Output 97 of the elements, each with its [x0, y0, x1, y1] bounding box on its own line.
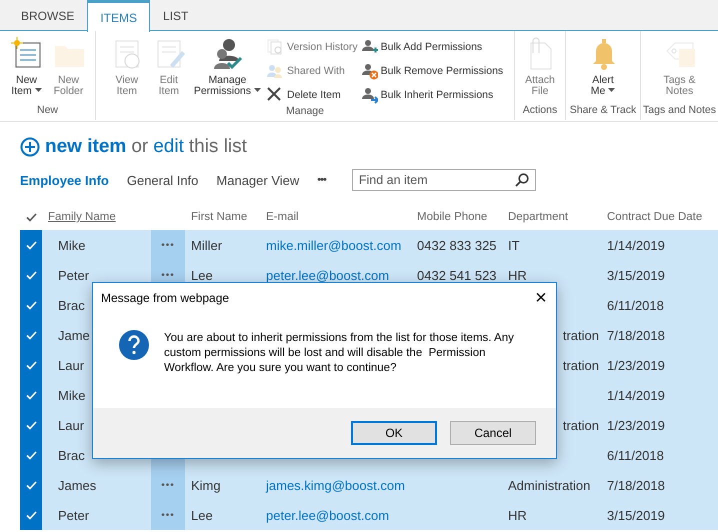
checkmark-icon [26, 510, 36, 520]
table-cell: 1/23/2019 [607, 358, 665, 372]
row-checkbox[interactable] [20, 230, 42, 260]
ribbon-button[interactable]: Manage Permissions [190, 37, 264, 97]
table-cell: tration [562, 418, 599, 432]
ribbon-button[interactable]: New Item [6, 37, 46, 97]
dialog-button[interactable]: OK [351, 421, 437, 445]
add-icon[interactable] [20, 137, 40, 157]
table-row[interactable]: James ••• Kimg james.kimg@boost.com Administration 7/18/2018 [42, 470, 718, 500]
table-cell: 1/14/2019 [607, 388, 665, 402]
table-cell: 6/11/2018 [607, 448, 664, 462]
table-cell: Peter [58, 268, 90, 282]
ribbon-button[interactable]: Alert Me [583, 37, 623, 97]
heading-text: or [131, 136, 148, 158]
table-row[interactable]: Mike ••• Miller mike.miller@boost.com 0432 833 325 IT 1/14/2019 [42, 230, 718, 260]
group-label: Manage [285, 105, 325, 119]
table-cell: Brac [58, 448, 85, 462]
ribbon-tab[interactable]: LIST [150, 0, 202, 31]
table-cell: Laur [58, 418, 84, 432]
group-label: Actions [522, 104, 558, 118]
column-header[interactable]: E-mail [260, 204, 411, 230]
view-tab[interactable]: Manager View [216, 172, 300, 188]
email-link[interactable]: mike.miller@boost.com [266, 238, 402, 252]
table-cell: tration [562, 328, 599, 342]
more-button[interactable]: ••• [151, 500, 185, 530]
more-views-button[interactable]: ••• [317, 174, 326, 186]
table-cell: Miller [191, 238, 222, 252]
column-header[interactable]: Contract Due Date [601, 204, 718, 230]
table-cell: 1/23/2019 [607, 418, 665, 432]
checkmark-icon [26, 240, 36, 250]
column-header[interactable]: Department [502, 204, 601, 230]
email-link[interactable]: james.kimg@boost.com [266, 478, 405, 492]
new-item-link[interactable]: new item [45, 136, 126, 158]
people-arrow-icon [360, 86, 378, 104]
table-cell: Lee [191, 268, 213, 282]
group-label: Tags and Notes [643, 104, 716, 118]
table-cell: Laur [58, 358, 84, 372]
checkmark-icon [26, 360, 36, 370]
table-cell: Brac [58, 298, 85, 312]
table-cell: Mike [58, 238, 86, 252]
table-cell: 0432 541 523 [417, 268, 497, 282]
view-tab[interactable]: Employee Info [20, 172, 109, 188]
table-cell: 6/11/2018 [607, 298, 664, 312]
table-cell: 3/15/2019 [607, 508, 665, 522]
dialog-message: You are about to inherit permissions from the list for those items. Any custom permissions will be lost and will disable the Permission Workflow. Are you sure you want to continue? [164, 331, 515, 376]
column-header[interactable]: First Name [185, 204, 260, 230]
table-cell: Mike [58, 388, 86, 402]
table-cell: Lee [191, 508, 213, 522]
checkmark-icon [26, 330, 36, 340]
view-tab[interactable]: General Info [126, 172, 198, 188]
email-link[interactable]: peter.lee@boost.com [266, 508, 390, 522]
checkmark-icon [26, 420, 36, 430]
table-cell: HR [508, 508, 527, 522]
table-cell: Kimg [191, 478, 221, 492]
dialog-button[interactable]: Cancel [450, 421, 536, 445]
dialog-title: Message from webpage [101, 291, 230, 305]
table-cell: Administration [508, 478, 590, 492]
checkmark-icon [26, 390, 36, 400]
ribbon-button[interactable]: Bulk Inherit Permissions [360, 85, 504, 105]
history-icon [266, 38, 284, 56]
ribbon-tab[interactable]: ITEMS [87, 0, 150, 32]
edit-link[interactable]: edit [153, 136, 184, 158]
more-button[interactable]: ••• [151, 470, 185, 500]
table-cell: HR [508, 268, 527, 282]
table-cell: 1/14/2019 [607, 238, 665, 252]
people-icon [266, 62, 284, 80]
table-cell: IT [508, 238, 520, 252]
select-all-icon[interactable] [26, 212, 37, 222]
column-header[interactable]: Mobile Phone [411, 204, 502, 230]
people-remove-icon [360, 62, 378, 80]
ribbon-button[interactable]: Bulk Add Permissions [360, 37, 504, 57]
column-header[interactable]: Family Name [42, 204, 151, 230]
table-cell: tration [562, 358, 599, 372]
table-row[interactable]: Peter ••• Lee peter.lee@boost.com HR 3/15/2019 [42, 500, 718, 530]
table-cell: 7/18/2018 [607, 478, 665, 492]
search-field[interactable]: Find an item [352, 169, 536, 191]
ribbon-tab[interactable]: BROWSE [8, 0, 88, 31]
checkmark-icon [26, 480, 36, 490]
group-label: New [36, 104, 59, 118]
row-checkbox[interactable] [20, 500, 42, 530]
ribbon-button[interactable]: Bulk Remove Permissions [360, 61, 504, 81]
email-link[interactable]: peter.lee@boost.com [266, 268, 390, 282]
checkmark-icon [26, 270, 36, 280]
group-label: Share & Track [568, 104, 638, 118]
checkmark-icon [26, 450, 36, 460]
table-cell: Peter [58, 508, 90, 522]
heading-text: this list [188, 136, 247, 158]
search-icon[interactable] [514, 173, 529, 187]
table-cell: James [58, 478, 96, 492]
table-cell: 0432 833 325 [417, 238, 497, 252]
question-icon [118, 329, 150, 361]
checkmark-icon [26, 300, 36, 310]
more-button[interactable]: ••• [151, 230, 185, 260]
ribbon-button[interactable]: Delete Item [266, 85, 358, 105]
table-cell: 7/18/2018 [607, 328, 665, 342]
table-cell: Jame [58, 328, 90, 342]
table-cell: 3/15/2019 [607, 268, 665, 282]
